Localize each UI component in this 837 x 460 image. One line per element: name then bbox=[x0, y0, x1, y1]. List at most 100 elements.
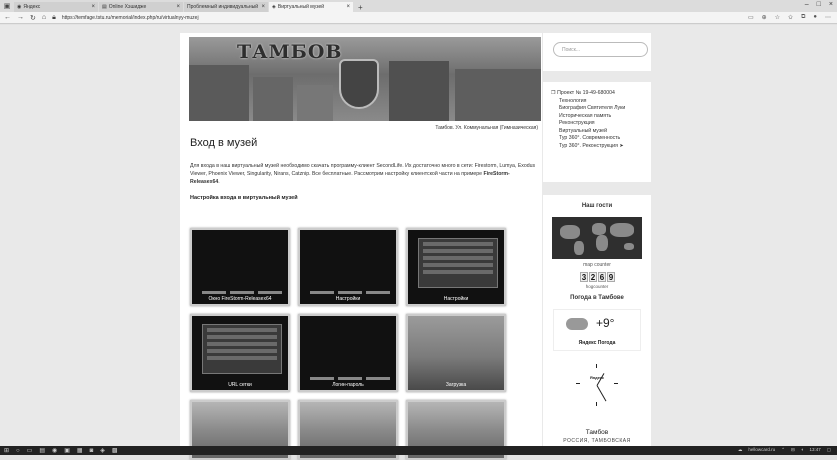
map-counter-label[interactable]: map counter bbox=[543, 262, 651, 268]
star-icon[interactable]: ☆ bbox=[775, 14, 780, 21]
maximize-icon[interactable]: □ bbox=[817, 1, 821, 8]
clock-widget[interactable]: Яндекс bbox=[575, 363, 619, 407]
tab-close-icon[interactable]: × bbox=[91, 4, 95, 10]
tray-text[interactable]: hellowcard.ru bbox=[748, 447, 775, 453]
header-banner-image: ТАМБОВ bbox=[189, 37, 541, 121]
counter-digit: 9 bbox=[607, 272, 615, 282]
thumb-label: Загрузка bbox=[445, 382, 467, 388]
guests-title: Наш гости bbox=[581, 203, 613, 209]
tab-favicon-icon: ▤ bbox=[102, 4, 107, 10]
visitor-counter: 3 2 6 9 bbox=[580, 272, 615, 282]
volume-icon[interactable]: ◖ bbox=[801, 447, 804, 453]
browser-icon[interactable]: ◉ bbox=[52, 447, 57, 454]
gallery-thumb[interactable]: Логин-пароль bbox=[298, 314, 398, 392]
system-tray: ☁ hellowcard.ru ⌃ ⊟ ◖ 13:47 ▢ bbox=[738, 447, 831, 453]
banner-title: ТАМБОВ bbox=[237, 41, 343, 63]
menu-item-memory[interactable]: Историческая память bbox=[551, 113, 647, 121]
counter-caption[interactable]: hogcounter bbox=[543, 284, 651, 289]
weather-temperature: +9° bbox=[596, 316, 615, 330]
guests-widget: Наш гости map counter 3 2 6 9 hogcounter… bbox=[543, 195, 651, 446]
app-icon[interactable]: ◈ bbox=[100, 447, 105, 454]
home-icon[interactable]: ⌂ bbox=[42, 14, 46, 21]
reader-icon[interactable]: ▭ bbox=[748, 14, 754, 21]
close-icon[interactable]: × bbox=[829, 1, 833, 8]
window-menu-icon[interactable]: ▣ bbox=[0, 0, 14, 12]
clock-minute-hand bbox=[596, 385, 607, 402]
tab-close-icon[interactable]: × bbox=[346, 4, 350, 10]
tab-favicon-icon: ◉ bbox=[17, 4, 22, 10]
gallery-thumb[interactable]: Окно FireStorm-Releasex64 bbox=[190, 228, 290, 306]
tab-label: Виртуальный музей bbox=[277, 4, 325, 10]
menu-item-virtual-museum[interactable]: Виртуальный музей bbox=[551, 128, 647, 136]
banner-caption: Тамбов. Ул. Коммунальная (Гимназическая) bbox=[435, 125, 538, 131]
menu-item-biography[interactable]: Биография Святителя Луки bbox=[551, 105, 647, 113]
tab-close-icon[interactable]: × bbox=[176, 4, 180, 10]
gallery-thumb[interactable]: URL сетки bbox=[190, 314, 290, 392]
gallery-thumb[interactable]: Настройки bbox=[406, 228, 506, 306]
clock-brand: Яндекс bbox=[589, 375, 605, 380]
new-tab-button[interactable]: + bbox=[354, 3, 367, 12]
menu-item-reconstruction[interactable]: Реконструкция bbox=[551, 120, 647, 128]
chevron-up-icon[interactable]: ⌃ bbox=[781, 447, 785, 453]
menu-item-tour-reconstruction[interactable]: Тур 360°. Реконструкция ➤ bbox=[551, 143, 647, 151]
thumb-label: URL сетки bbox=[228, 382, 252, 388]
intro-paragraph: Для входа в наш виртуальный музей необхо… bbox=[190, 163, 536, 185]
lock-icon: 🔒︎ bbox=[52, 13, 56, 21]
app-icon[interactable]: ▣ bbox=[64, 447, 70, 454]
counter-digit: 6 bbox=[598, 272, 606, 282]
weather-tray-icon[interactable]: ☁ bbox=[738, 447, 743, 453]
weather-widget[interactable]: +9° Яндекс Погода bbox=[553, 309, 641, 351]
translate-icon[interactable]: ⊕ bbox=[762, 14, 767, 21]
tab-label: Online Хэшидже bbox=[108, 4, 147, 10]
gallery-thumb[interactable]: Загрузка bbox=[406, 314, 506, 392]
counter-digit: 2 bbox=[589, 272, 597, 282]
tab-yandex[interactable]: ◉ Яндекс × bbox=[14, 2, 98, 12]
start-icon[interactable]: ⊞ bbox=[4, 447, 9, 454]
rain-cloud-icon bbox=[566, 318, 588, 330]
app-icon[interactable]: ▦ bbox=[77, 447, 83, 454]
favorites-icon[interactable]: ✩ bbox=[788, 14, 793, 21]
app-icon[interactable]: ◙ bbox=[90, 448, 94, 454]
network-icon[interactable]: ⊟ bbox=[791, 447, 795, 453]
menu-item-tour-modern[interactable]: Тур 360°. Современность bbox=[551, 135, 647, 143]
notifications-icon[interactable]: ▢ bbox=[827, 447, 831, 453]
more-icon[interactable]: ⋯ bbox=[825, 14, 831, 21]
world-map-image[interactable] bbox=[552, 217, 642, 259]
menu-item-technology[interactable]: Технология bbox=[551, 98, 647, 106]
browser-tab-bar: ▣ ◉ Яндекс × ▤ Online Хэшидже × Проблемн… bbox=[0, 0, 837, 12]
app-icon[interactable]: ▩ bbox=[112, 447, 118, 454]
section-subtitle: Настройка входа в виртуальный музей bbox=[190, 195, 298, 201]
search-icon[interactable]: ○ bbox=[16, 448, 20, 454]
tab-close-icon[interactable]: × bbox=[261, 4, 265, 10]
thumb-label: Настройки bbox=[335, 296, 361, 302]
menu-list: ❐ Проект № 19-49-680004 Технология Биогр… bbox=[551, 90, 647, 150]
tab-virtual-museum[interactable]: ◈ Виртуальный музей × bbox=[269, 2, 353, 12]
back-icon[interactable]: ← bbox=[4, 14, 11, 21]
clock-time[interactable]: 13:47 bbox=[809, 447, 820, 453]
task-view-icon[interactable]: ▭ bbox=[27, 447, 33, 454]
weather-title: Погода в Тамбове bbox=[570, 295, 624, 301]
reload-icon[interactable]: ↻ bbox=[30, 14, 36, 22]
collections-icon[interactable]: ⧉ bbox=[801, 14, 805, 21]
main-content: ТАМБОВ Тамбов. Ул. Коммунальная (Гимнази… bbox=[180, 33, 542, 460]
search-widget: Поиск... bbox=[543, 33, 651, 71]
tab-label: Яндекс bbox=[23, 4, 41, 10]
thumb-label: Логин-пароль bbox=[332, 382, 364, 388]
weather-brand: Яндекс Погода bbox=[578, 340, 616, 346]
profile-icon[interactable]: ● bbox=[813, 14, 817, 21]
toolbar-icons: ▭ ⊕ ☆ ✩ ⧉ ● ⋯ bbox=[748, 14, 831, 21]
os-taskbar: ⊞ ○ ▭ ▤ ◉ ▣ ▦ ◙ ◈ ▩ ☁ hellowcard.ru ⌃ ⊟ … bbox=[0, 446, 837, 455]
gallery-thumb[interactable]: Настройки bbox=[298, 228, 398, 306]
url-field[interactable]: https://temfage.tstu.ru/memorial/index.p… bbox=[62, 15, 199, 21]
page-viewport: ТАМБОВ Тамбов. Ул. Коммунальная (Гимнази… bbox=[0, 25, 837, 460]
menu-item-project[interactable]: ❐ Проект № 19-49-680004 bbox=[551, 90, 647, 98]
tab-online[interactable]: ▤ Online Хэшидже × bbox=[99, 2, 183, 12]
window-controls: – □ × bbox=[805, 1, 833, 8]
search-input[interactable]: Поиск... bbox=[553, 42, 648, 57]
minimize-icon[interactable]: – bbox=[805, 1, 809, 8]
explorer-icon[interactable]: ▤ bbox=[39, 447, 45, 454]
tab-label: Проблемный индивидуальный bbox=[187, 4, 258, 10]
forward-icon[interactable]: → bbox=[17, 14, 24, 21]
page-title: Вход в музей bbox=[190, 137, 258, 149]
tab-problem[interactable]: Проблемный индивидуальный × bbox=[184, 2, 268, 12]
